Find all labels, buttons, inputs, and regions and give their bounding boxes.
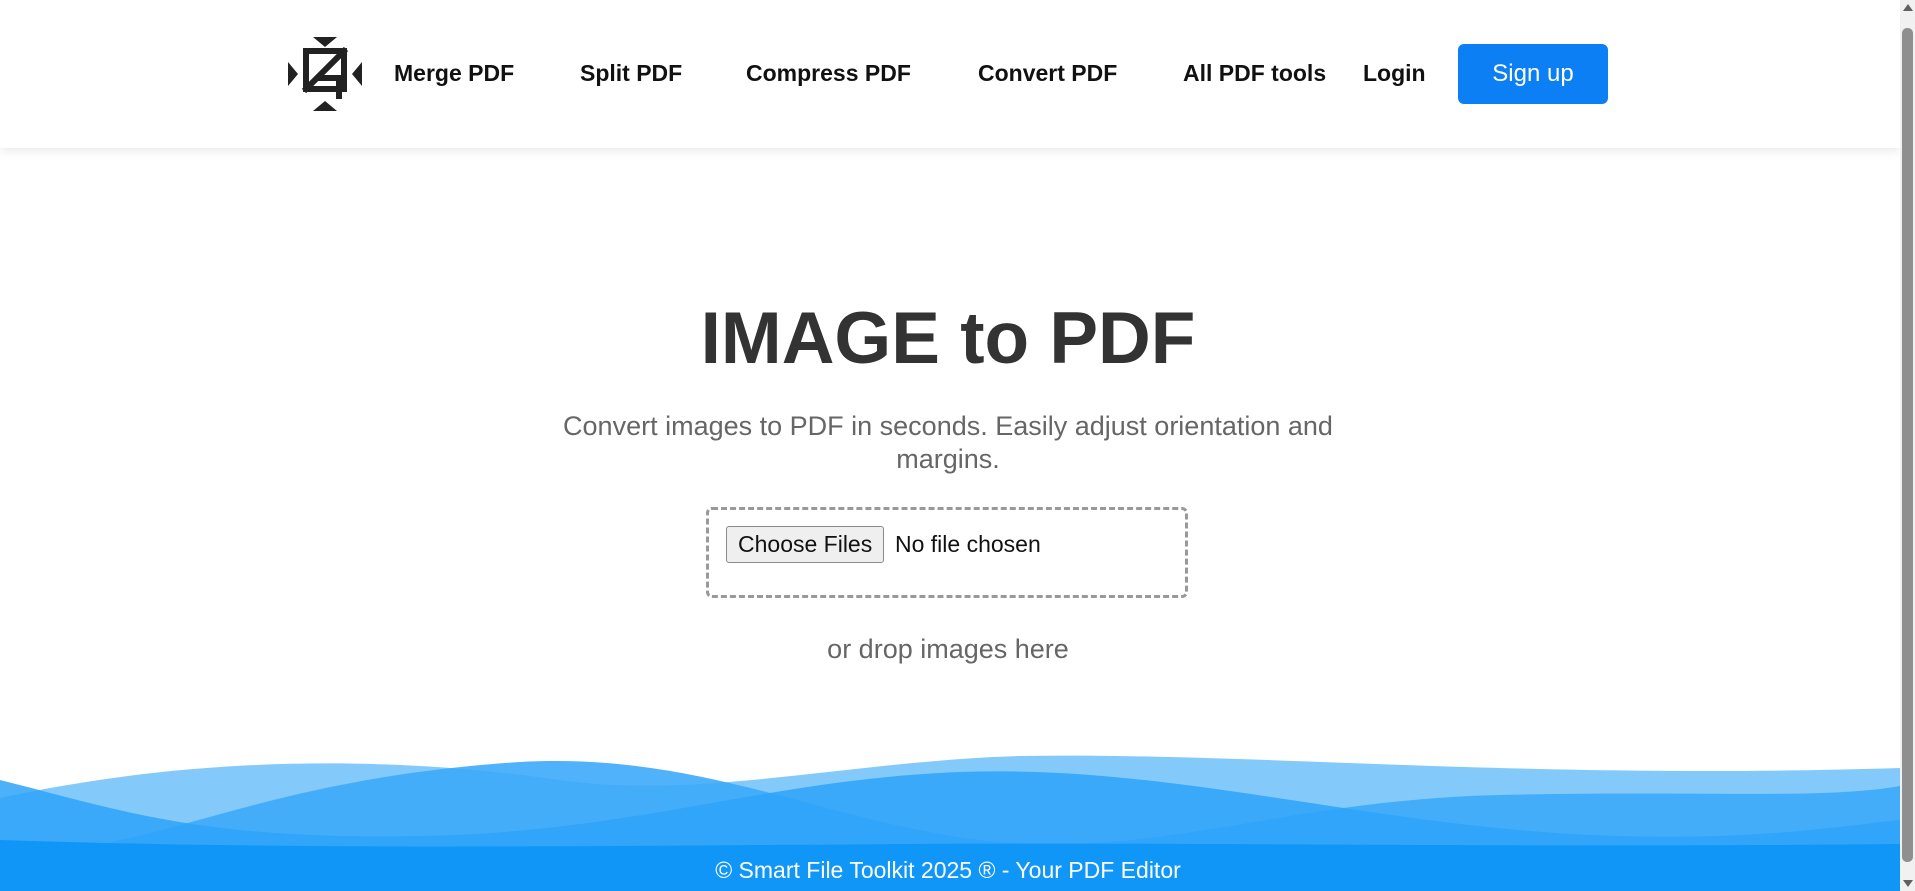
nav-all-pdf-tools[interactable]: All PDF tools: [1183, 58, 1326, 88]
nav-compress-pdf[interactable]: Compress PDF: [746, 58, 911, 88]
nav-merge-pdf[interactable]: Merge PDF: [394, 58, 514, 88]
vertical-scrollbar[interactable]: [1900, 0, 1915, 891]
page-title: IMAGE to PDF: [700, 298, 1196, 379]
page-subtitle: Convert images to PDF in seconds. Easily…: [563, 411, 1333, 474]
scroll-up-icon[interactable]: [1903, 4, 1913, 11]
drop-hint-text: or drop images here: [827, 634, 1069, 664]
choose-files-button[interactable]: Choose Files: [726, 526, 885, 563]
footer-copyright: © Smart File Toolkit 2025 ® - Your PDF E…: [715, 857, 1181, 883]
page: Merge PDF Split PDF Compress PDF Convert…: [0, 0, 1900, 891]
site-logo-icon[interactable]: [286, 35, 364, 113]
nav-split-pdf[interactable]: Split PDF: [580, 58, 682, 88]
file-upload-dropzone[interactable]: Choose Files No file chosen: [706, 507, 1188, 598]
login-link[interactable]: Login: [1363, 58, 1426, 88]
file-status-text: No file chosen: [895, 531, 1041, 557]
scroll-thumb[interactable]: [1902, 28, 1913, 862]
nav-convert-pdf[interactable]: Convert PDF: [978, 58, 1117, 88]
site-header: Merge PDF Split PDF Compress PDF Convert…: [0, 0, 1900, 148]
signup-button[interactable]: Sign up: [1458, 44, 1608, 104]
scroll-down-icon[interactable]: [1903, 880, 1913, 887]
